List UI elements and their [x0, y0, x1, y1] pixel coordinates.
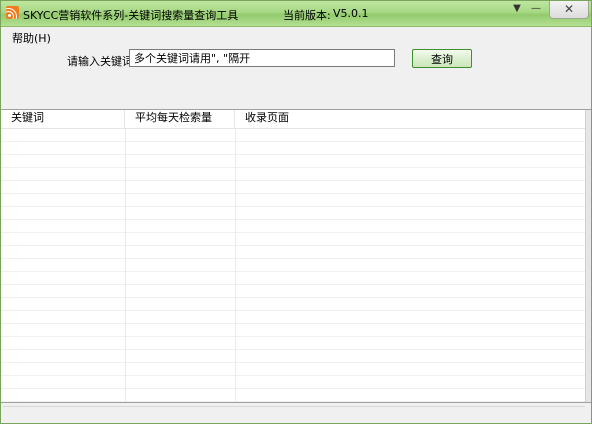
column-header-keyword[interactable]: 关键词	[1, 110, 125, 128]
window-title: SKYCC营销软件系列-关键词搜索量查询工具	[23, 9, 239, 22]
keyword-input-label: 请输入关键词	[67, 55, 133, 68]
status-bar	[1, 402, 591, 423]
version-label: 当前版本:	[283, 9, 331, 22]
menu-bar: 帮助(H)	[1, 27, 591, 45]
column-header-indexed-pages[interactable]: 收录页面	[235, 110, 587, 128]
keyword-input[interactable]	[129, 49, 395, 67]
status-text	[3, 406, 585, 421]
menu-item-help[interactable]: 帮助(H)	[9, 30, 54, 46]
column-divider	[125, 129, 126, 402]
column-header-daily-searches[interactable]: 平均每天检索量	[125, 110, 235, 128]
list-header: 关键词 平均每天检索量 收录页面	[1, 110, 587, 129]
minimize-button[interactable]: —	[526, 1, 546, 19]
title-bar[interactable]: SKYCC营销软件系列-关键词搜索量查询工具 当前版本: V5.0.1 ▼ — …	[1, 1, 591, 27]
column-divider	[235, 129, 236, 402]
rss-feed-icon	[6, 6, 19, 19]
results-list[interactable]: 关键词 平均每天检索量 收录页面	[1, 109, 591, 402]
close-button[interactable]: ✕	[549, 1, 589, 19]
list-body[interactable]	[1, 129, 587, 402]
vertical-scrollbar[interactable]	[585, 110, 591, 402]
main-window: SKYCC营销软件系列-关键词搜索量查询工具 当前版本: V5.0.1 ▼ — …	[0, 0, 592, 424]
version-value: V5.0.1	[333, 7, 369, 20]
query-button[interactable]: 查询	[412, 49, 472, 68]
window-menu-dropdown-icon[interactable]: ▼	[509, 1, 525, 19]
